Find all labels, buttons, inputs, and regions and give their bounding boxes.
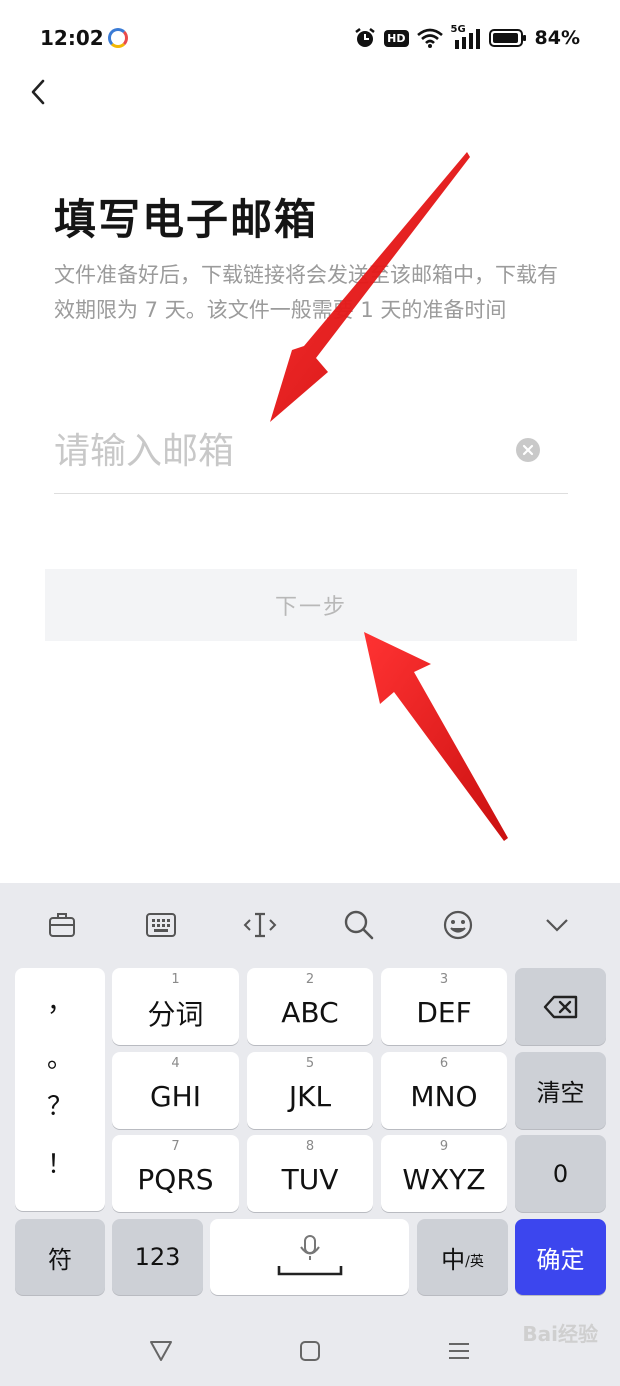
punctuation-column[interactable]: ， 。 ？ ！ — [15, 968, 105, 1211]
confirm-button[interactable]: 确定 — [515, 1219, 606, 1295]
key-label: GHI — [149, 1080, 201, 1113]
status-bar: 12:02 HD 5G 84% — [0, 0, 620, 76]
key-label: DEF — [416, 996, 472, 1029]
nav-back-icon[interactable] — [146, 1336, 176, 1366]
ime-keyboard: ， 。 ？ ！ 1 分词 2 ABC 3 DEF 4 GHI 5 JKL 6 M… — [0, 883, 620, 1386]
nav-home-icon[interactable] — [295, 1336, 325, 1366]
key-number: 5 — [305, 1056, 315, 1071]
symbol-button[interactable]: 符 — [15, 1219, 105, 1295]
key-6[interactable]: 6 MNO — [381, 1052, 507, 1129]
key-number: 8 — [305, 1139, 315, 1154]
key-label: WXYZ — [402, 1163, 486, 1196]
key-label: TUV — [281, 1163, 339, 1196]
punct-question[interactable]: ？ — [15, 1086, 105, 1123]
page-title: 填写电子邮箱 — [54, 195, 319, 244]
status-icons: HD 5G 84% — [354, 24, 580, 52]
watermark: Bai经验 — [522, 1322, 598, 1346]
backspace-icon — [543, 995, 577, 1018]
clipboard-icon[interactable] — [42, 905, 82, 945]
space-voice-button[interactable] — [210, 1219, 409, 1295]
email-field-container — [54, 410, 568, 494]
cursor-move-icon[interactable] — [240, 905, 280, 945]
key-label: JKL — [288, 1080, 332, 1113]
battery-icon — [488, 28, 527, 48]
emoji-icon[interactable] — [438, 905, 478, 945]
next-step-button[interactable]: 下一步 — [45, 569, 577, 641]
clear-input-button[interactable] — [516, 438, 540, 462]
key-number: 4 — [171, 1056, 180, 1071]
nav-menu-icon[interactable] — [444, 1336, 474, 1366]
key-8[interactable]: 8 TUV — [247, 1135, 373, 1212]
email-input[interactable] — [54, 424, 504, 478]
key-label: ABC — [281, 996, 339, 1029]
clear-button[interactable]: 清空 — [515, 1052, 606, 1129]
key-number: 1 — [171, 972, 180, 987]
backspace-button[interactable] — [515, 968, 606, 1045]
key-number: 3 — [439, 972, 449, 987]
page-description: 文件准备好后，下载链接将会发送至该邮箱中，下载有效期限为 7 天。该文件一般需要… — [54, 263, 558, 322]
key-2[interactable]: 2 ABC — [247, 968, 373, 1045]
key-0[interactable]: 0 — [515, 1135, 606, 1212]
lang-main: 中 — [441, 1245, 466, 1274]
close-icon — [522, 444, 534, 456]
key-number: 6 — [439, 1056, 449, 1071]
key-1[interactable]: 1 分词 — [112, 968, 239, 1045]
key-4[interactable]: 4 GHI — [112, 1052, 239, 1129]
punct-comma[interactable]: ， — [15, 982, 105, 1019]
chevron-left-icon — [31, 79, 45, 105]
keyboard-icon[interactable] — [141, 905, 181, 945]
numeric-button[interactable]: 123 — [112, 1219, 203, 1295]
search-icon[interactable] — [339, 905, 379, 945]
status-time: 12:02 — [40, 26, 104, 50]
lang-sub: /英 — [465, 1254, 484, 1270]
microphone-icon — [277, 1235, 342, 1276]
key-number: 2 — [305, 972, 315, 987]
hd-icon: HD — [384, 29, 409, 47]
app-notification-icon — [108, 28, 128, 48]
key-9[interactable]: 9 WXYZ — [381, 1135, 507, 1212]
key-label: MNO — [410, 1080, 478, 1113]
chevron-down-icon[interactable] — [537, 905, 577, 945]
battery-percent: 84% — [534, 27, 580, 49]
key-label: PQRS — [137, 1163, 214, 1196]
key-number: 9 — [439, 1139, 449, 1154]
arrow-to-next-button — [364, 632, 508, 841]
key-number: 7 — [171, 1139, 180, 1154]
keyboard-toolbar — [0, 883, 620, 967]
punct-period[interactable]: 。 — [15, 1038, 105, 1075]
back-button[interactable] — [18, 72, 58, 112]
punct-exclamation[interactable]: ！ — [15, 1144, 105, 1181]
alarm-icon — [354, 27, 376, 49]
wifi-icon — [416, 28, 443, 48]
cellular-5g-icon: 5G — [451, 24, 481, 50]
key-label: 分词 — [147, 997, 204, 1031]
key-3[interactable]: 3 DEF — [381, 968, 507, 1045]
language-switch-button[interactable]: 中/英 — [417, 1219, 508, 1295]
key-7[interactable]: 7 PQRS — [112, 1135, 239, 1212]
key-5[interactable]: 5 JKL — [247, 1052, 373, 1129]
